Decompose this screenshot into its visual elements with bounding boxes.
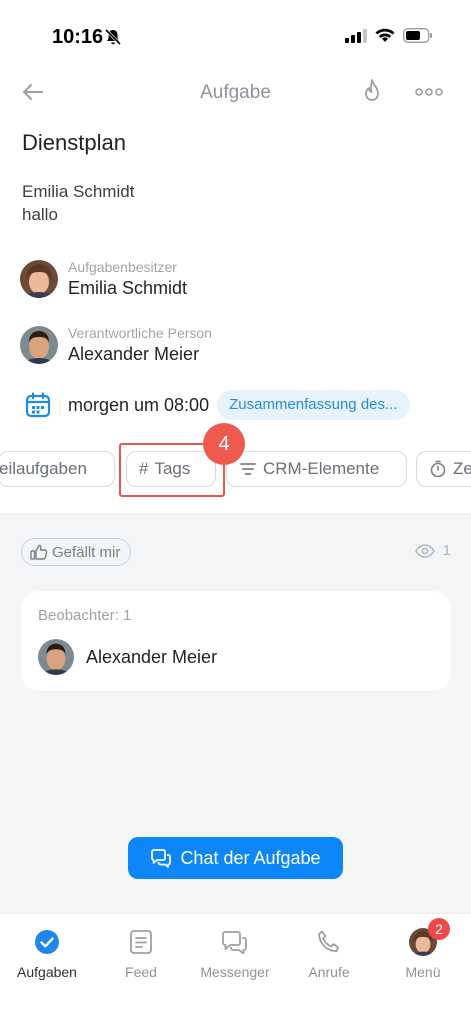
tab-label: Menü: [405, 964, 441, 980]
responsible-name: Alexander Meier: [68, 344, 200, 364]
phone-icon: [318, 930, 339, 953]
more-icon[interactable]: [414, 82, 444, 102]
crm-chip-label: CRM-Elemente: [263, 459, 380, 478]
battery-icon: [403, 28, 432, 43]
eye-icon: [414, 543, 435, 558]
task-chat-button[interactable]: Chat der Aufgabe: [128, 837, 343, 879]
like-label: Gefällt mir: [52, 543, 121, 561]
subtasks-chip-label: eilaufgaben: [0, 459, 87, 478]
wifi-icon: [375, 28, 395, 42]
feed-icon: [130, 930, 152, 954]
time-chip[interactable]: Ze: [416, 451, 471, 487]
owner-role-label: Aufgabenbesitzer: [68, 259, 177, 275]
page-title: Aufgabe: [200, 82, 271, 103]
flame-icon[interactable]: [360, 78, 384, 106]
owner-name: Emilia Schmidt: [68, 278, 188, 298]
calendar-icon: [25, 392, 51, 418]
chat-icon: [151, 849, 172, 868]
bell-muted-icon: [104, 28, 122, 46]
status-time: 10:16: [52, 26, 104, 48]
notification-badge: 2: [428, 918, 450, 940]
tab-calls[interactable]: Anrufe: [282, 928, 376, 980]
description-line: hallo: [22, 205, 58, 224]
task-description: Emilia Schmidt hallo: [22, 180, 134, 226]
status-indicators: [345, 28, 433, 43]
status-bar: 10:16: [0, 0, 471, 70]
task-header: Aufgabe: [0, 70, 471, 114]
views-counter: 1: [414, 542, 451, 559]
tab-label: Messenger: [200, 964, 270, 980]
crm-chip[interactable]: CRM-Elemente: [226, 451, 407, 487]
subtasks-chip[interactable]: eilaufgaben: [0, 451, 115, 487]
crm-filter-icon: [240, 463, 256, 475]
tab-tasks[interactable]: Aufgaben: [0, 928, 94, 980]
tab-messenger[interactable]: Messenger: [188, 928, 282, 980]
tab-label: Aufgaben: [17, 964, 77, 980]
messenger-icon: [222, 931, 247, 954]
observer-item[interactable]: Alexander Meier: [38, 639, 217, 675]
observers-label: Beobachter: 1: [38, 607, 132, 624]
deadline-text: morgen um 08:00: [68, 394, 210, 415]
signal-icon: [345, 28, 367, 43]
responsible-role-label: Verantwortliche Person: [68, 325, 212, 341]
task-title: Dienstplan: [22, 130, 126, 155]
time-chip-label: Ze: [453, 459, 471, 478]
tab-feed[interactable]: Feed: [94, 928, 188, 980]
observer-name: Alexander Meier: [86, 646, 218, 667]
thumbs-up-icon: [30, 544, 48, 560]
tab-label: Anrufe: [308, 964, 350, 980]
observers-card: Beobachter: 1 Alexander Meier: [21, 591, 451, 691]
tasks-check-icon: [35, 930, 59, 954]
bottom-tab-bar: Aufgaben Feed Messenger Anrufe 2 Menü: [0, 913, 471, 1024]
avatar: [20, 326, 58, 364]
task-owner[interactable]: Aufgabenbesitzer Emilia Schmidt: [20, 258, 187, 300]
step-badge: 4: [203, 423, 245, 465]
avatar: [38, 639, 74, 675]
description-line: Emilia Schmidt: [22, 182, 135, 201]
tab-label: Feed: [125, 964, 157, 980]
stopwatch-icon: [430, 460, 446, 478]
like-button[interactable]: Gefällt mir: [21, 538, 132, 566]
deadline-row[interactable]: morgen um 08:00 Zusammenfassung des...: [24, 390, 410, 420]
chat-button-label: Chat der Aufgabe: [180, 847, 321, 868]
views-count: 1: [442, 542, 451, 559]
tab-menu[interactable]: 2 Menü: [376, 918, 470, 980]
responsible-person[interactable]: Verantwortliche Person Alexander Meier: [20, 324, 212, 366]
avatar: [20, 260, 58, 298]
summary-chip[interactable]: Zusammenfassung des...: [217, 390, 410, 420]
